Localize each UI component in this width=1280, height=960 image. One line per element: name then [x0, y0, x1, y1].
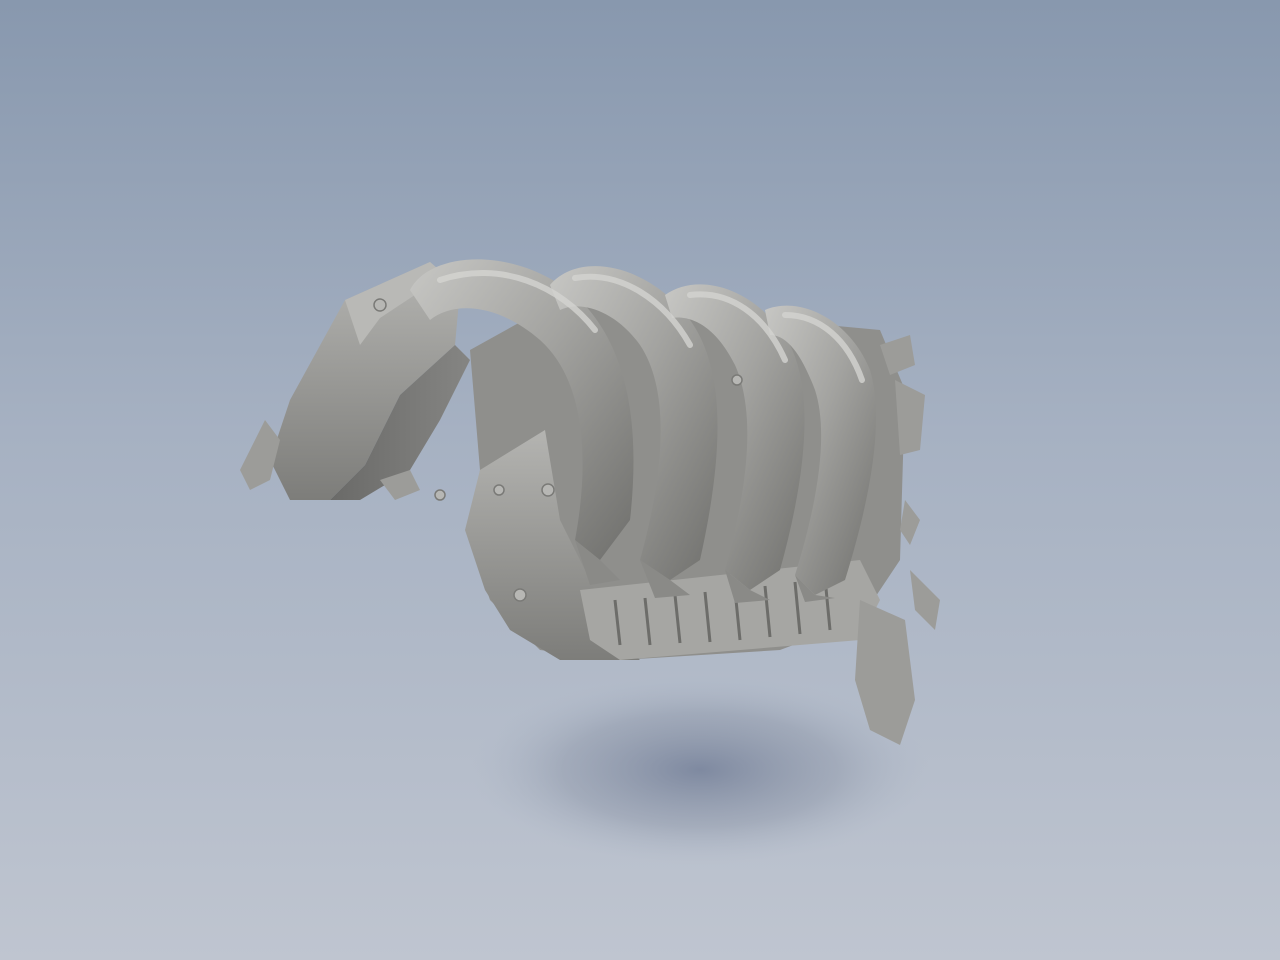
- model-shadow: [470, 675, 930, 865]
- scanned-manifold-model[interactable]: [240, 259, 940, 745]
- scene-canvas[interactable]: [0, 0, 1280, 960]
- 3d-viewport[interactable]: [0, 0, 1280, 960]
